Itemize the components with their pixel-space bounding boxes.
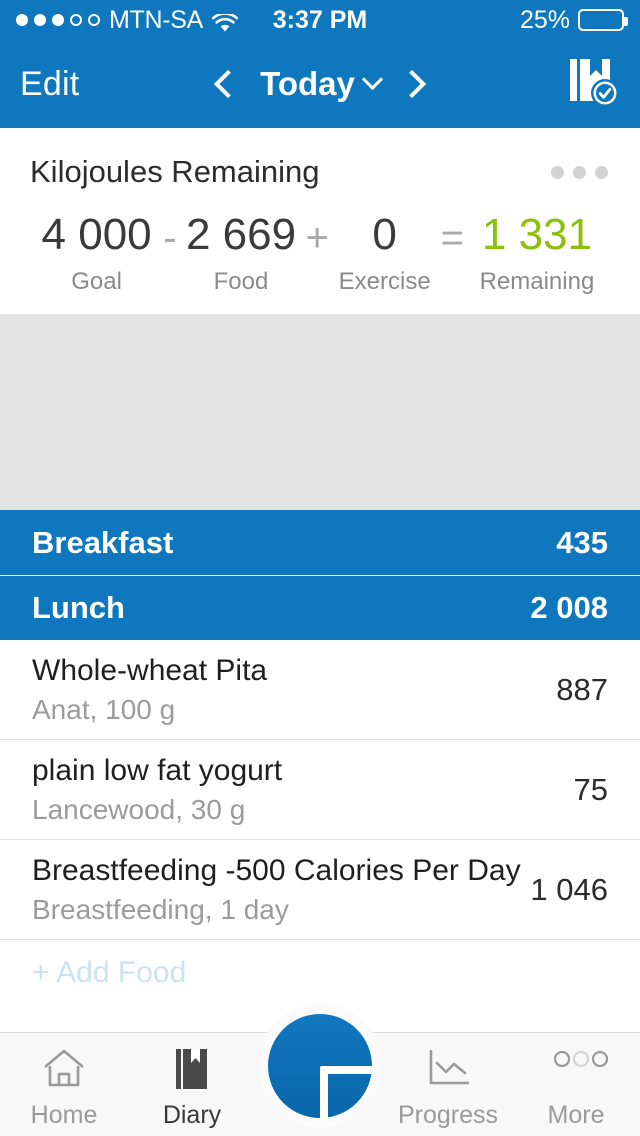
entry-value: 1 046 xyxy=(530,871,608,907)
kebab-menu-icon[interactable] xyxy=(549,158,610,187)
entry-detail: Breastfeeding, 1 day xyxy=(32,893,289,925)
entry-value: 75 xyxy=(573,771,608,807)
status-right: 25% xyxy=(519,5,628,35)
date-label: Today xyxy=(260,65,355,102)
food-entry-row[interactable]: Breastfeeding -500 Calories Per Day Brea… xyxy=(0,840,640,941)
food-value: 2 669 xyxy=(185,210,297,259)
home-icon xyxy=(41,1047,87,1093)
tab-diary[interactable]: Diary xyxy=(128,1033,256,1136)
diary-check-icon xyxy=(568,55,620,114)
tab-more[interactable]: More xyxy=(512,1033,640,1136)
date-navigator: Today xyxy=(0,65,640,103)
remaining-value: 1 331 xyxy=(481,210,592,259)
meal-total: 435 xyxy=(556,524,608,560)
status-left: MTN-SA xyxy=(16,5,239,35)
remaining-label: Remaining xyxy=(479,268,595,296)
stat-remaining: 1 331 Remaining xyxy=(464,210,610,296)
entry-text: Whole-wheat Pita Anat, 100 g xyxy=(32,654,267,726)
signal-strength-icon xyxy=(16,14,100,26)
entry-text: Breastfeeding -500 Calories Per Day Brea… xyxy=(32,854,521,926)
tab-label: Home xyxy=(30,1101,98,1129)
battery-icon xyxy=(578,9,628,31)
line-chart-icon xyxy=(425,1047,471,1093)
summary-equation: 4 000 Goal - 2 669 Food + 0 Exercise = 1… xyxy=(30,210,610,296)
summary-header: Kilojoules Remaining xyxy=(30,154,610,190)
exercise-label: Exercise xyxy=(338,268,431,296)
date-title-button[interactable]: Today xyxy=(260,65,383,103)
add-food-button[interactable]: + Add Food xyxy=(0,940,640,990)
tab-home[interactable]: Home xyxy=(0,1033,128,1136)
ad-placeholder xyxy=(0,314,640,511)
meal-name: Breakfast xyxy=(32,524,174,560)
goal-label: Goal xyxy=(71,268,122,296)
chevron-down-icon xyxy=(361,68,383,90)
summary-title: Kilojoules Remaining xyxy=(30,154,320,189)
status-bar: MTN-SA 3:37 PM 25% xyxy=(0,0,640,40)
exercise-value: 0 xyxy=(372,210,397,259)
entry-name: plain low fat yogurt xyxy=(32,753,283,787)
chevron-left-icon[interactable] xyxy=(213,69,243,99)
stat-exercise: 0 Exercise xyxy=(329,210,441,296)
food-entry-row[interactable]: plain low fat yogurt Lancewood, 30 g 75 xyxy=(0,740,640,841)
edit-button[interactable]: Edit xyxy=(20,65,79,104)
entry-name: Whole-wheat Pita xyxy=(32,653,268,687)
meal-name: Lunch xyxy=(32,590,125,626)
chevron-right-icon[interactable] xyxy=(397,69,427,99)
operator-minus: - xyxy=(163,216,177,260)
battery-percent-label: 25% xyxy=(519,5,570,34)
navigation-bar: Edit Today xyxy=(0,40,640,128)
calorie-summary-card: Kilojoules Remaining 4 000 Goal - 2 669 … xyxy=(0,128,640,315)
entry-name: Breastfeeding -500 Calories Per Day xyxy=(32,853,521,887)
tab-progress[interactable]: Progress xyxy=(384,1033,512,1136)
tab-label: More xyxy=(547,1101,605,1129)
meal-header-breakfast[interactable]: Breakfast 435 xyxy=(0,510,640,576)
meal-header-lunch[interactable]: Lunch 2 008 xyxy=(0,575,640,641)
more-circles-icon xyxy=(553,1047,609,1093)
carrier-label: MTN-SA xyxy=(109,5,204,34)
goal-value: 4 000 xyxy=(41,210,152,259)
meal-total: 2 008 xyxy=(530,590,608,626)
tab-label: Progress xyxy=(397,1101,499,1129)
add-entry-fab[interactable] xyxy=(268,1014,374,1120)
app-root: MTN-SA 3:37 PM 25% Edit Today Kilojoules… xyxy=(0,0,640,1136)
entry-value: 887 xyxy=(556,671,608,707)
operator-equals: = xyxy=(440,216,464,260)
diary-book-icon xyxy=(169,1047,215,1093)
entry-detail: Lancewood, 30 g xyxy=(32,793,246,825)
operator-plus: + xyxy=(305,216,329,260)
tab-label: Diary xyxy=(162,1101,222,1129)
wifi-icon xyxy=(211,11,239,31)
food-label: Food xyxy=(213,268,269,296)
entry-text: plain low fat yogurt Lancewood, 30 g xyxy=(32,754,282,826)
stat-goal: 4 000 Goal xyxy=(30,210,163,296)
stat-food: 2 669 Food xyxy=(177,210,306,296)
food-entry-row[interactable]: Whole-wheat Pita Anat, 100 g 887 xyxy=(0,640,640,741)
entry-detail: Anat, 100 g xyxy=(32,693,176,725)
complete-diary-button[interactable] xyxy=(568,55,620,114)
